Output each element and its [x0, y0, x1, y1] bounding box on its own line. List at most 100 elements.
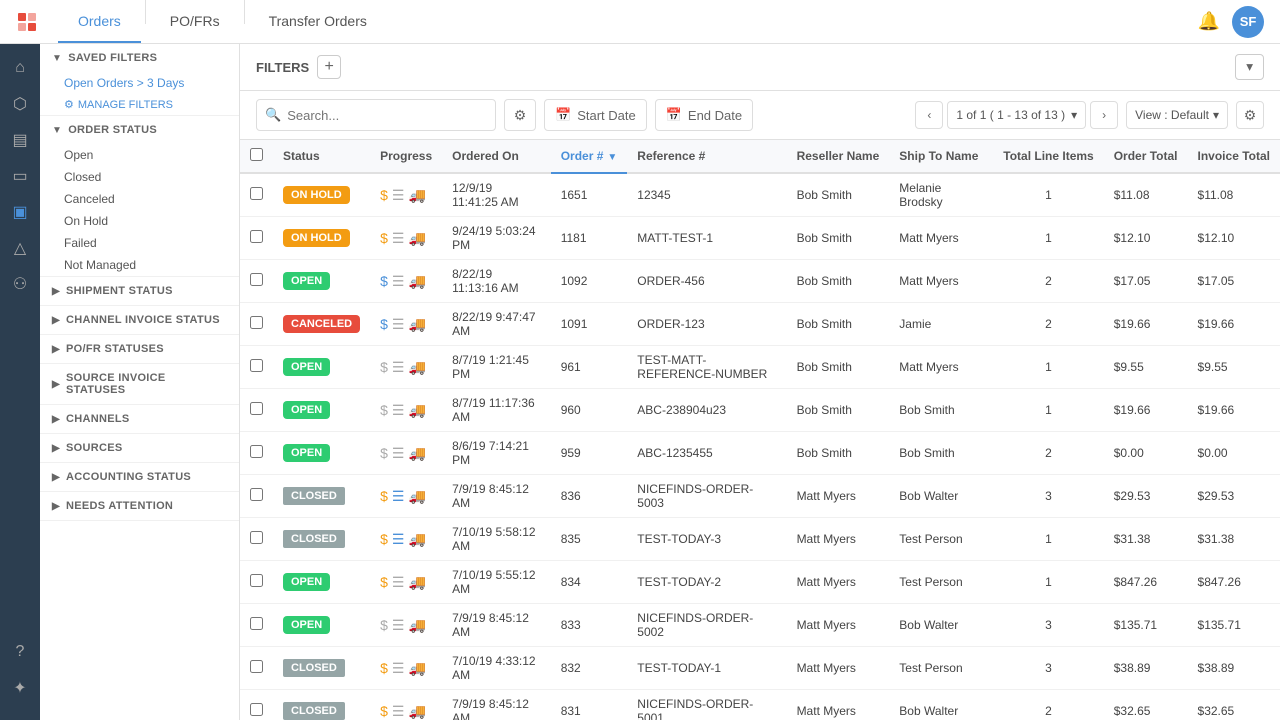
row-invoice-total: $19.66: [1188, 389, 1280, 432]
row-checkbox[interactable]: [250, 660, 263, 673]
channel-invoice-header[interactable]: ▶ CHANNEL INVOICE STATUS: [40, 306, 239, 334]
row-ship-to: Matt Myers: [889, 217, 993, 260]
end-date-picker[interactable]: 📅 End Date: [655, 99, 753, 131]
accounting-header[interactable]: ▶ ACCOUNTING STATUS: [40, 463, 239, 491]
col-status: Status: [273, 140, 370, 173]
search-input[interactable]: [287, 108, 487, 123]
status-badge: OPEN: [283, 358, 330, 376]
sidebar-icon-launch[interactable]: ✦: [4, 672, 36, 704]
row-progress: $☰🚚: [370, 647, 442, 690]
view-select[interactable]: View : Default ▾: [1126, 101, 1228, 129]
sources-header[interactable]: ▶ SOURCES: [40, 434, 239, 462]
progress-icons: $☰🚚: [380, 359, 432, 376]
dollar-icon: $: [380, 574, 388, 590]
sidebar-icon-tag[interactable]: ⬡: [4, 88, 36, 120]
tab-orders[interactable]: Orders: [58, 0, 141, 43]
sources-section: ▶ SOURCES: [40, 434, 239, 463]
dollar-icon: $: [380, 660, 388, 676]
row-checkbox[interactable]: [250, 273, 263, 286]
needs-attention-header[interactable]: ▶ NEEDS ATTENTION: [40, 492, 239, 520]
sidebar-icon-cart[interactable]: ▣: [4, 196, 36, 228]
row-checkbox[interactable]: [250, 402, 263, 415]
filter-not-managed[interactable]: Not Managed: [40, 254, 239, 276]
row-checkbox[interactable]: [250, 531, 263, 544]
row-line-items: 1: [993, 173, 1103, 217]
row-checkbox[interactable]: [250, 488, 263, 501]
filter-failed[interactable]: Failed: [40, 232, 239, 254]
filter-closed[interactable]: Closed: [40, 166, 239, 188]
progress-icons: $☰🚚: [380, 402, 432, 419]
row-checkbox[interactable]: [250, 617, 263, 630]
dollar-icon: $: [380, 488, 388, 504]
start-date-picker[interactable]: 📅 Start Date: [544, 99, 647, 131]
row-checkbox-cell: [240, 561, 273, 604]
channels-header[interactable]: ▶ CHANNELS: [40, 405, 239, 433]
status-badge: CLOSED: [283, 659, 345, 677]
order-status-header[interactable]: ▼ ORDER STATUS: [40, 116, 239, 144]
progress-icons: $☰🚚: [380, 273, 432, 290]
row-ship-to: Test Person: [889, 518, 993, 561]
truck-icon: 🚚: [408, 187, 425, 204]
progress-icons: $☰🚚: [380, 488, 432, 505]
dollar-icon: $: [380, 531, 388, 547]
tab-pofrs[interactable]: PO/FRs: [150, 0, 240, 43]
dollar-icon: $: [380, 703, 388, 719]
row-checkbox[interactable]: [250, 359, 263, 372]
row-reference: 12345: [627, 173, 786, 217]
sidebar-icon-doc[interactable]: ▭: [4, 160, 36, 192]
add-filter-button[interactable]: +: [317, 55, 341, 79]
sidebar-icon-home[interactable]: ⌂: [4, 52, 36, 84]
sidebar-icon-help[interactable]: ?: [4, 636, 36, 668]
row-progress: $☰🚚: [370, 475, 442, 518]
next-page-button[interactable]: ›: [1090, 101, 1118, 129]
row-checkbox[interactable]: [250, 574, 263, 587]
filter-on-hold[interactable]: On Hold: [40, 210, 239, 232]
manage-filters-link[interactable]: ⚙ MANAGE FILTERS: [40, 94, 239, 115]
shipment-status-header[interactable]: ▶ SHIPMENT STATUS: [40, 277, 239, 305]
table-row: CANCELED $☰🚚 8/22/19 9:47:47 AM 1091 ORD…: [240, 303, 1280, 346]
row-progress: $☰🚚: [370, 389, 442, 432]
row-reseller: Bob Smith: [787, 389, 890, 432]
row-order-num: 834: [551, 561, 628, 604]
saved-filter-open-orders[interactable]: Open Orders > 3 Days: [40, 72, 239, 94]
user-avatar[interactable]: SF: [1232, 6, 1264, 38]
sidebar-icon-chart[interactable]: △: [4, 232, 36, 264]
row-checkbox[interactable]: [250, 703, 263, 716]
row-checkbox[interactable]: [250, 230, 263, 243]
view-settings-button[interactable]: ⚙: [1236, 101, 1264, 129]
saved-filters-header[interactable]: ▼ SAVED FILTERS: [40, 44, 239, 72]
sidebar-icon-users[interactable]: ⚇: [4, 268, 36, 300]
source-invoice-header[interactable]: ▶ SOURCE INVOICE STATUSES: [40, 364, 239, 404]
row-status: OPEN: [273, 346, 370, 389]
notification-bell[interactable]: 🔔: [1198, 11, 1220, 32]
page-info[interactable]: 1 of 1 ( 1 - 13 of 13 ) ▾: [947, 101, 1086, 129]
row-checkbox[interactable]: [250, 316, 263, 329]
channel-invoice-label: CHANNEL INVOICE STATUS: [66, 314, 220, 326]
col-order-num[interactable]: Order #▼: [551, 140, 628, 173]
accounting-label: ACCOUNTING STATUS: [66, 471, 191, 483]
collapse-filters-button[interactable]: ▾: [1235, 54, 1264, 80]
search-settings-button[interactable]: ⚙: [504, 99, 536, 131]
row-order-total: $29.53: [1104, 475, 1188, 518]
select-all-checkbox[interactable]: [250, 148, 263, 161]
pagination: ‹ 1 of 1 ( 1 - 13 of 13 ) ▾ ›: [915, 101, 1118, 129]
table-row: CLOSED $☰🚚 7/10/19 5:58:12 AM 835 TEST-T…: [240, 518, 1280, 561]
row-order-num: 960: [551, 389, 628, 432]
dollar-icon: $: [380, 402, 388, 418]
filter-open[interactable]: Open: [40, 144, 239, 166]
pofr-header[interactable]: ▶ PO/FR STATUSES: [40, 335, 239, 363]
col-line-items: Total Line Items: [993, 140, 1103, 173]
row-checkbox[interactable]: [250, 187, 263, 200]
orders-table-wrapper: Status Progress Ordered On Order #▼ Refe…: [240, 140, 1280, 720]
order-status-label: ORDER STATUS: [68, 124, 157, 136]
prev-page-button[interactable]: ‹: [915, 101, 943, 129]
sort-arrow: ▼: [607, 152, 617, 163]
status-badge: OPEN: [283, 573, 330, 591]
row-checkbox[interactable]: [250, 445, 263, 458]
row-reference: NICEFINDS-ORDER-5003: [627, 475, 786, 518]
order-status-caret: ▼: [52, 125, 62, 136]
tab-transfer-orders[interactable]: Transfer Orders: [249, 0, 387, 43]
sidebar-icon-inbox[interactable]: ▤: [4, 124, 36, 156]
progress-icons: $☰🚚: [380, 187, 432, 204]
filter-canceled[interactable]: Canceled: [40, 188, 239, 210]
